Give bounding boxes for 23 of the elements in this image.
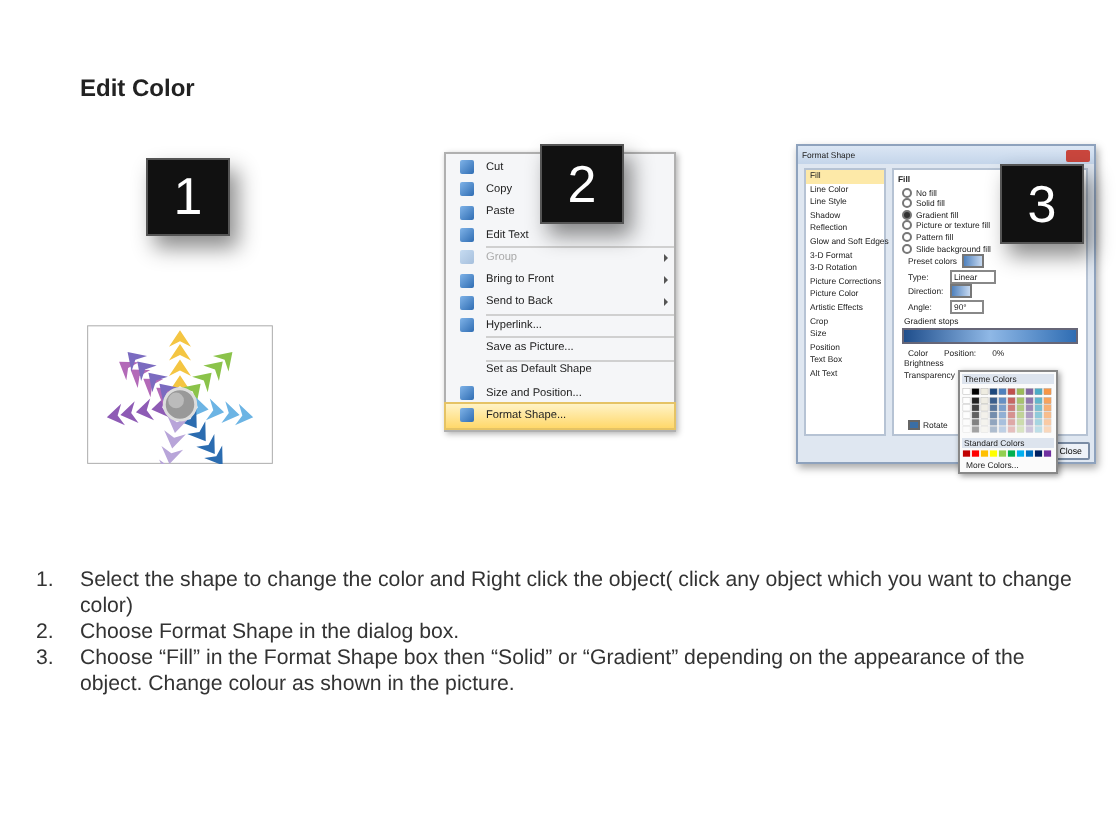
page-title: Edit Color xyxy=(78,72,195,102)
list-number: 1. xyxy=(36,568,56,596)
color-dropdown[interactable] xyxy=(962,254,985,269)
radio-button[interactable] xyxy=(902,243,912,254)
standard-color-palette[interactable] xyxy=(962,450,1052,458)
step-number-badge: 3 xyxy=(1000,164,1084,244)
step-number-badge: 1 xyxy=(146,158,230,237)
color-dropdown[interactable] xyxy=(950,284,972,299)
radio-button[interactable] xyxy=(902,231,912,242)
radio-button[interactable] xyxy=(902,209,912,220)
radio-button[interactable] xyxy=(902,187,912,198)
list-number: 2. xyxy=(36,620,56,646)
instruction-text: Select the shape to change the color and Right click the object( click any object which you want to change color) xyxy=(80,568,1074,620)
instruction-text: Choose “Fill” in the Format Shape box then “Solid” or “Gradient” depending on the appearance of the object. Change colour as shown in the picture. xyxy=(80,646,1027,698)
theme-color-palette[interactable] xyxy=(962,386,1052,436)
checkbox[interactable] xyxy=(908,419,919,430)
instruction-text: Choose Format Shape in the dialog box. xyxy=(80,620,462,646)
list-number: 3. xyxy=(36,646,56,674)
gradient-stops-bar[interactable] xyxy=(902,328,1078,345)
radio-button[interactable] xyxy=(902,198,912,209)
radio-button[interactable] xyxy=(902,220,912,231)
step-number-badge: 2 xyxy=(540,144,624,224)
close-icon[interactable] xyxy=(1066,149,1090,161)
